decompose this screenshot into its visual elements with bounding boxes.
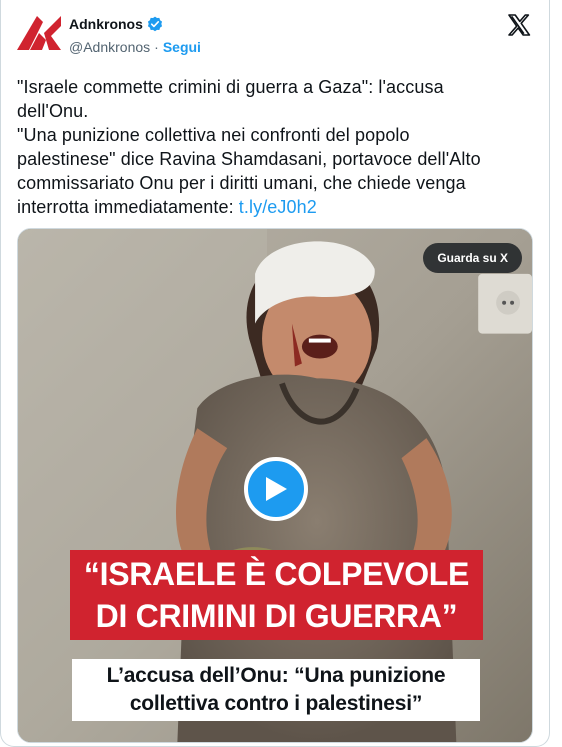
video-player[interactable]: Guarda su X “ISRAELE È COLPEVOLE DI CRIM…: [17, 228, 533, 743]
author-row: Adnkronos: [69, 16, 163, 32]
follow-button[interactable]: Segui: [163, 39, 201, 55]
tweet-line: palestinese" dice Ravina Shamdasani, por…: [17, 149, 481, 169]
tweet-line-with-link: interrotta immediatamente: t.ly/eJ0h2: [17, 195, 517, 219]
verified-badge-icon: [147, 16, 162, 32]
subtitle-line: collettiva contro i palestinesi”: [129, 692, 423, 715]
headline-line: “ISRAELE È COLPEVOLE: [83, 556, 470, 592]
play-button[interactable]: [244, 457, 308, 521]
tweet-line: "Una punizione collettiva nei confronti …: [17, 125, 410, 145]
watch-on-x-button[interactable]: Guarda su X: [423, 243, 522, 273]
tweet-card: Adnkronos @Adnkronos · Segui "Israele co…: [0, 0, 550, 747]
headline-line: DI CRIMINI DI GUERRA”: [95, 598, 458, 634]
tweet-line: commissariato Onu per i diritti umani, c…: [17, 173, 466, 193]
video-subtitle: L’accusa dell’Onu: “Una punizione collet…: [72, 659, 480, 721]
handle-row: @Adnkronos · Segui: [69, 39, 201, 55]
tweet-line-text: interrotta immediatamente:: [17, 197, 239, 217]
play-icon: [266, 477, 287, 501]
author-handle[interactable]: @Adnkronos: [69, 39, 150, 55]
author-name[interactable]: Adnkronos: [69, 16, 143, 32]
tweet-text: "Israele commette crimini di guerra a Ga…: [17, 75, 517, 219]
tweet-line: dell'Onu.: [17, 101, 89, 121]
tweet-line: "Israele commette crimini di guerra a Ga…: [17, 77, 444, 97]
video-headline: “ISRAELE È COLPEVOLE DI CRIMINI DI GUERR…: [70, 550, 483, 640]
x-logo-icon[interactable]: [507, 13, 531, 37]
adnkronos-logo[interactable]: [17, 16, 61, 50]
subtitle-line: L’accusa dell’Onu: “Una punizione: [106, 664, 446, 687]
separator-dot: ·: [154, 39, 159, 55]
tweet-link[interactable]: t.ly/eJ0h2: [239, 197, 317, 217]
